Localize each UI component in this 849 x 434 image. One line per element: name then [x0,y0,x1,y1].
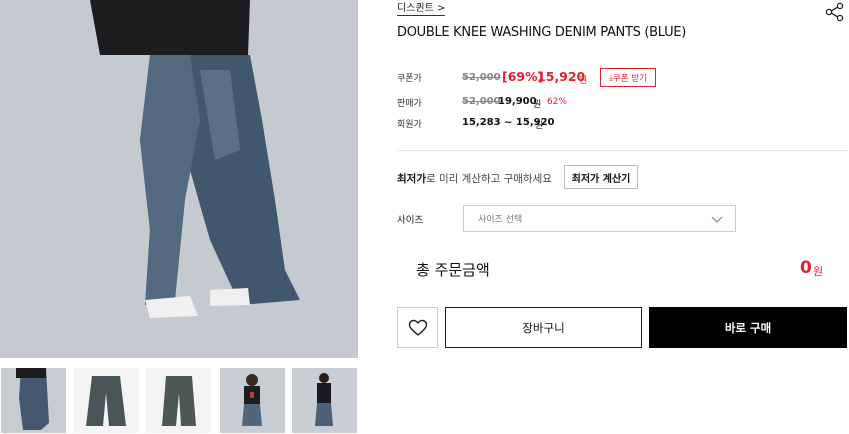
lowest-price-strong: 최저가 [397,173,426,185]
product-title: DOUBLE KNEE WASHING DENIM PANTS (BLUE) [397,25,686,40]
heart-icon [408,319,427,336]
product-main-image [0,0,358,358]
brand-name: 디스퀸트 [397,3,434,14]
total-order-currency: 원 [813,265,824,278]
coupon-price: 15,920 [537,69,586,84]
size-label: 사이즈 [397,215,424,226]
lowest-price-hint: 최저가로 미리 계산하고 구매하세요 [397,171,552,186]
add-to-cart-button[interactable]: 장바구니 [445,307,642,348]
thumbnail-photo [220,368,285,433]
coupon-original-price: 52,000 [462,72,501,83]
thumbnail-photo [292,368,357,433]
product-photo [0,0,358,358]
size-select-placeholder: 사이즈 선택 [478,215,523,225]
coupon-currency: 원 [579,76,588,86]
size-select[interactable]: 사이즈 선택 [463,205,736,232]
buy-now-button[interactable]: 바로 구매 [649,307,847,348]
thumbnail-5[interactable] [292,368,357,433]
lowest-price-calculator-button[interactable]: 최저가 계산기 [564,165,638,189]
sale-discount: 62% [547,97,568,107]
member-price-label: 회원가 [397,120,422,130]
thumbnail-3[interactable] [146,368,211,433]
chevron-down-icon [711,216,723,223]
sale-original-price: 52,000 [462,96,501,107]
thumbnail-photo [1,368,66,433]
sale-currency: 원 [533,100,542,110]
thumbnail-2[interactable] [74,368,139,433]
total-order-label: 총 주문금액 [416,261,490,279]
chevron-right-icon: > [437,3,446,14]
thumbnail-1[interactable] [1,368,66,433]
sale-price-label: 판매가 [397,99,422,109]
coupon-price-label: 쿠폰가 [397,74,422,84]
share-button[interactable] [825,2,845,22]
brand-link[interactable]: 디스퀸트 > [397,0,446,16]
total-order-amount: 0 [800,258,812,278]
member-currency: 원 [535,121,544,131]
lowest-price-text: 로 미리 계산하고 구매하세요 [425,173,552,185]
share-icon [825,2,844,22]
coupon-download-button[interactable]: ⤓ 쿠폰 받기 [600,68,656,87]
thumbnail-photo [146,368,211,433]
thumbnail-photo [74,368,139,433]
thumbnail-4[interactable] [220,368,285,433]
divider [397,150,847,151]
wishlist-button[interactable] [397,307,438,348]
coupon-button-label: 쿠폰 받기 [612,73,647,84]
sale-price: 19,900 [498,96,537,107]
